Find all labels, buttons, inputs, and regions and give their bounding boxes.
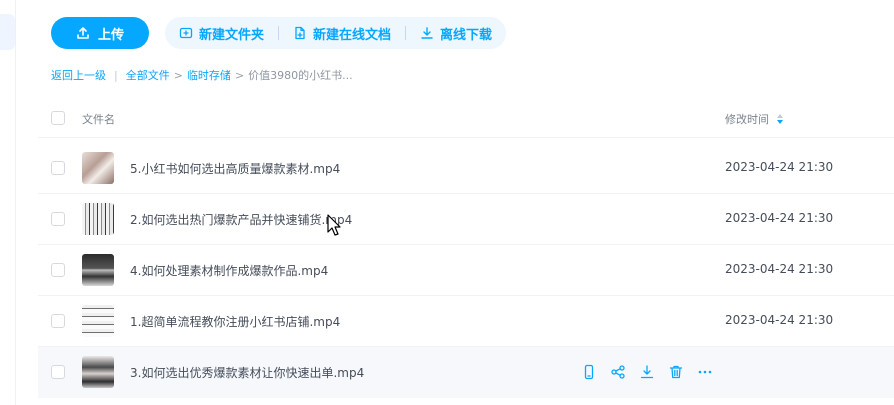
offline-download-label: 离线下载 xyxy=(440,27,493,43)
download-icon xyxy=(421,27,433,39)
new-folder-label: 新建文件夹 xyxy=(199,27,265,43)
divider xyxy=(405,26,407,40)
toolbar-action-group: 新建文件夹 新建在线文档 离线下载 xyxy=(165,17,507,49)
trash-icon[interactable] xyxy=(668,364,684,380)
select-all-checkbox[interactable] xyxy=(51,111,65,125)
file-name[interactable]: 2.如何选出热门爆款产品并快速铺货.mp4 xyxy=(130,211,352,228)
video-thumbnail xyxy=(82,203,114,235)
phone-icon[interactable] xyxy=(581,364,597,380)
table-row[interactable]: 5.小红书如何选出高质量爆款素材.mp4 2023-04-24 21:30 xyxy=(38,143,894,194)
share-icon[interactable] xyxy=(610,364,626,380)
toolbar: 上传 新建文件夹 新建在线文档 离线下载 xyxy=(51,17,507,49)
doc-plus-icon xyxy=(295,26,305,40)
breadcrumb-arrow: > xyxy=(173,68,183,82)
breadcrumb-current: 价值3980的小红书... xyxy=(248,69,353,82)
modified-time: 2023-04-24 21:30 xyxy=(725,262,834,276)
upload-label: 上传 xyxy=(97,27,124,43)
sort-icon[interactable] xyxy=(777,114,783,124)
new-online-doc-button[interactable]: 新建在线文档 xyxy=(291,24,393,43)
breadcrumb-divider: | xyxy=(114,68,118,82)
modified-time: 2023-04-24 21:30 xyxy=(725,211,834,225)
upload-icon xyxy=(77,27,89,39)
video-thumbnail xyxy=(82,356,114,388)
folder-plus-icon xyxy=(179,27,193,39)
new-folder-button[interactable]: 新建文件夹 xyxy=(177,24,266,43)
column-header-filename[interactable]: 文件名 xyxy=(82,111,115,127)
table-row[interactable]: 1.超简单流程教你注册小红书店铺.mp4 2023-04-24 21:30 xyxy=(38,296,894,347)
row-checkbox[interactable] xyxy=(51,263,65,277)
sidebar-selected-item[interactable] xyxy=(0,14,15,50)
column-header-modified-label: 修改时间 xyxy=(725,113,769,126)
file-name[interactable]: 5.小红书如何选出高质量爆款素材.mp4 xyxy=(130,160,340,177)
file-name[interactable]: 4.如何处理素材制作成爆款作品.mp4 xyxy=(130,262,328,279)
row-checkbox[interactable] xyxy=(51,314,65,328)
video-thumbnail xyxy=(82,254,114,286)
left-sidebar-edge xyxy=(0,0,16,405)
video-thumbnail xyxy=(82,152,114,184)
table-header: 文件名 修改时间 xyxy=(38,101,894,138)
more-icon[interactable] xyxy=(697,364,713,380)
offline-download-button[interactable]: 离线下载 xyxy=(418,24,494,43)
row-actions xyxy=(581,364,713,380)
video-thumbnail xyxy=(82,305,114,337)
new-online-doc-label: 新建在线文档 xyxy=(313,27,392,43)
upload-button[interactable]: 上传 xyxy=(51,17,149,49)
table-row[interactable]: 3.如何选出优秀爆款素材让你快速出单.mp4 xyxy=(38,347,894,398)
file-name[interactable]: 1.超简单流程教你注册小红书店铺.mp4 xyxy=(130,313,340,330)
modified-time: 2023-04-24 21:30 xyxy=(725,160,834,174)
row-checkbox[interactable] xyxy=(51,161,65,175)
divider xyxy=(278,26,280,40)
mouse-cursor-icon xyxy=(327,214,341,236)
breadcrumb-back-link[interactable]: 返回上一级 xyxy=(51,67,106,83)
column-header-modified[interactable]: 修改时间 xyxy=(725,111,783,127)
row-checkbox[interactable] xyxy=(51,212,65,226)
breadcrumb-item-temp-storage[interactable]: 临时存储 xyxy=(187,67,231,83)
file-name[interactable]: 3.如何选出优秀爆款素材让你快速出单.mp4 xyxy=(130,364,364,381)
row-checkbox[interactable] xyxy=(51,365,65,379)
breadcrumb-item-all-files[interactable]: 全部文件 xyxy=(126,67,170,83)
table-row[interactable]: 4.如何处理素材制作成爆款作品.mp4 2023-04-24 21:30 xyxy=(38,245,894,296)
breadcrumb: 返回上一级 | 全部文件 > 临时存储 > 价值3980的小红书... xyxy=(51,67,353,83)
table-row[interactable]: 2.如何选出热门爆款产品并快速铺货.mp4 2023-04-24 21:30 xyxy=(38,194,894,245)
breadcrumb-arrow: > xyxy=(234,68,245,82)
modified-time: 2023-04-24 21:30 xyxy=(725,313,834,327)
download-icon[interactable] xyxy=(639,364,655,380)
